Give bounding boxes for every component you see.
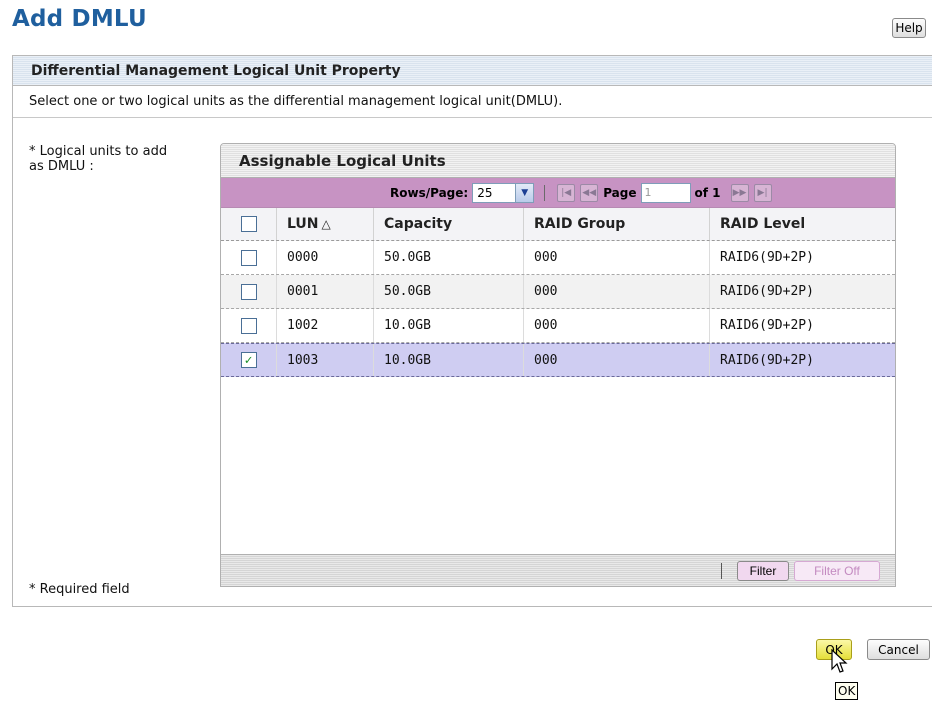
filter-button[interactable]: Filter	[737, 561, 789, 581]
row-checkbox[interactable]	[240, 283, 257, 300]
capacity-cell: 50.0GB	[374, 241, 524, 274]
page-number-input[interactable]: 1	[640, 182, 691, 203]
row-checkbox-checked[interactable]: ✓	[240, 352, 257, 368]
table-row[interactable]: 1002 10.0GB 000 RAID6(9D+2P)	[221, 309, 895, 343]
column-header-lun[interactable]: LUN △	[277, 208, 374, 240]
logical-units-field-label: * Logical units to add as DMLU :	[29, 144, 229, 174]
raid-group-cell: 000	[524, 241, 710, 274]
raid-level-cell: RAID6(9D+2P)	[720, 318, 814, 333]
lun-cell: 0000	[277, 241, 374, 274]
pager-bar: Rows/Page: 25 ▼ |◀ ◀◀ Page 1 of 1 ▶▶ ▶|	[221, 178, 895, 208]
chevron-down-icon[interactable]: ▼	[515, 183, 534, 202]
next-page-icon[interactable]: ▶▶	[730, 183, 749, 202]
mouse-pointer-icon	[831, 649, 848, 673]
column-header-capacity[interactable]: Capacity	[374, 208, 524, 240]
row-checkbox[interactable]	[240, 249, 257, 266]
column-header-raid-level[interactable]: RAID Level	[710, 208, 895, 240]
row-checkbox-cell	[221, 309, 277, 342]
page-title: Add DMLU	[12, 6, 147, 32]
lun-cell: 1002	[277, 309, 374, 342]
footer-separator	[721, 563, 722, 579]
table-row[interactable]: 0000 50.0GB 000 RAID6(9D+2P)	[221, 241, 895, 275]
pager-separator	[544, 184, 546, 201]
lun-cell: 1003	[277, 344, 374, 376]
checkmark-icon: ✓	[244, 352, 253, 368]
rows-per-page-select[interactable]: 25 ▼	[472, 182, 535, 203]
instructions-text: Select one or two logical units as the d…	[13, 86, 932, 118]
page-label: Page	[603, 185, 637, 200]
select-all-cell	[221, 208, 277, 240]
panel-title: Differential Management Logical Unit Pro…	[13, 56, 932, 86]
raid-level-cell: RAID6(9D+2P)	[720, 250, 814, 265]
table-row-selected[interactable]: ✓ 1003 10.0GB 000 RAID6(9D+2P)	[221, 343, 895, 377]
rows-per-page-value: 25	[477, 185, 493, 200]
raid-group-cell: 000	[524, 344, 710, 376]
field-label-line2: as DMLU :	[29, 159, 94, 174]
ok-tooltip: OK	[835, 682, 859, 700]
row-checkbox[interactable]	[240, 317, 257, 334]
page-count-label: of 1	[694, 185, 721, 200]
capacity-cell: 10.0GB	[374, 344, 524, 376]
capacity-cell: 50.0GB	[374, 275, 524, 308]
rows-per-page-label: Rows/Page:	[390, 185, 469, 200]
table-row[interactable]: 0001 50.0GB 000 RAID6(9D+2P)	[221, 275, 895, 309]
row-checkbox-cell: ✓	[221, 344, 277, 376]
raid-level-cell: RAID6(9D+2P)	[720, 284, 814, 299]
row-checkbox-cell	[221, 241, 277, 274]
lun-header-label: LUN	[287, 216, 319, 232]
raid-group-cell: 000	[524, 275, 710, 308]
last-page-icon[interactable]: ▶|	[753, 183, 772, 202]
filter-off-button[interactable]: Filter Off	[794, 561, 880, 581]
lun-cell: 0001	[277, 275, 374, 308]
grid-title: Assignable Logical Units	[221, 144, 895, 178]
table-header: LUN △ Capacity RAID Group RAID Level	[221, 208, 895, 241]
field-label-line1: * Logical units to add	[29, 144, 168, 159]
raid-level-cell: RAID6(9D+2P)	[720, 352, 814, 368]
cancel-button[interactable]: Cancel	[867, 639, 930, 660]
column-header-raid-group[interactable]: RAID Group	[524, 208, 710, 240]
first-page-icon[interactable]: |◀	[557, 183, 576, 202]
grid-footer: Filter Filter Off	[221, 554, 895, 586]
raid-group-cell: 000	[524, 309, 710, 342]
prev-page-icon[interactable]: ◀◀	[580, 183, 599, 202]
capacity-cell: 10.0GB	[374, 309, 524, 342]
row-checkbox-cell	[221, 275, 277, 308]
dmlu-property-panel: Differential Management Logical Unit Pro…	[12, 55, 932, 607]
required-field-note: * Required field	[29, 582, 130, 597]
help-button[interactable]: Help	[892, 18, 926, 38]
sort-ascending-icon: △	[321, 217, 331, 231]
assignable-logical-units-grid: Assignable Logical Units Rows/Page: 25 ▼…	[220, 143, 896, 587]
select-all-checkbox[interactable]	[240, 216, 257, 232]
